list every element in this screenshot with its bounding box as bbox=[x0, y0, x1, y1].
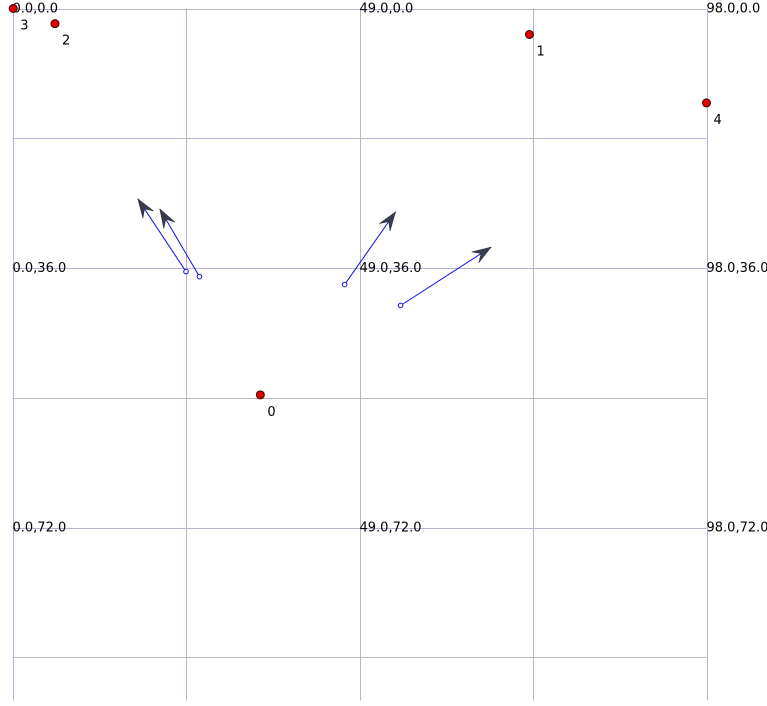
point-label: 0 bbox=[267, 405, 275, 420]
vector-start-marker bbox=[183, 268, 189, 275]
vector-start-marker bbox=[397, 302, 404, 309]
arrowhead-icon bbox=[379, 211, 397, 232]
point-label: 3 bbox=[20, 19, 28, 34]
point-marker bbox=[255, 390, 265, 400]
coord-label: 49.0,0.0 bbox=[360, 2, 414, 17]
vector-start-marker bbox=[341, 281, 348, 288]
vector-line bbox=[400, 246, 492, 306]
point-marker bbox=[8, 4, 18, 13]
vector-field-canvas: 0.0,0.0 49.0,0.0 98.0,0.0 0.0,36.0 49.0,36.0… bbox=[8, 2, 767, 701]
coord-label: 98.0,0.0 bbox=[707, 2, 761, 17]
point-marker bbox=[702, 98, 711, 108]
point-label: 4 bbox=[714, 113, 722, 128]
coord-label: 49.0,36.0 bbox=[360, 261, 422, 276]
vector bbox=[137, 198, 189, 275]
arrowhead-icon bbox=[137, 198, 154, 219]
coord-label: 49.0,72.0 bbox=[360, 521, 422, 536]
point-marker bbox=[50, 19, 60, 29]
coord-label: 0.0,72.0 bbox=[13, 521, 67, 536]
coord-label: 0.0,36.0 bbox=[13, 261, 67, 276]
vector-line bbox=[137, 198, 187, 272]
vectors bbox=[137, 198, 492, 309]
point-label: 1 bbox=[536, 44, 544, 59]
points: 0 1 2 3 4 bbox=[8, 4, 722, 420]
coord-label: 0.0,0.0 bbox=[13, 2, 58, 17]
coord-label: 98.0,36.0 bbox=[707, 261, 767, 276]
vector bbox=[397, 246, 492, 309]
vector-start-marker bbox=[196, 273, 203, 280]
point-label: 2 bbox=[62, 34, 70, 49]
arrowhead-icon bbox=[471, 246, 492, 264]
coord-label: 98.0,72.0 bbox=[707, 521, 767, 536]
point-marker bbox=[524, 29, 534, 39]
grid bbox=[12, 8, 708, 701]
arrowhead-icon bbox=[159, 208, 176, 229]
